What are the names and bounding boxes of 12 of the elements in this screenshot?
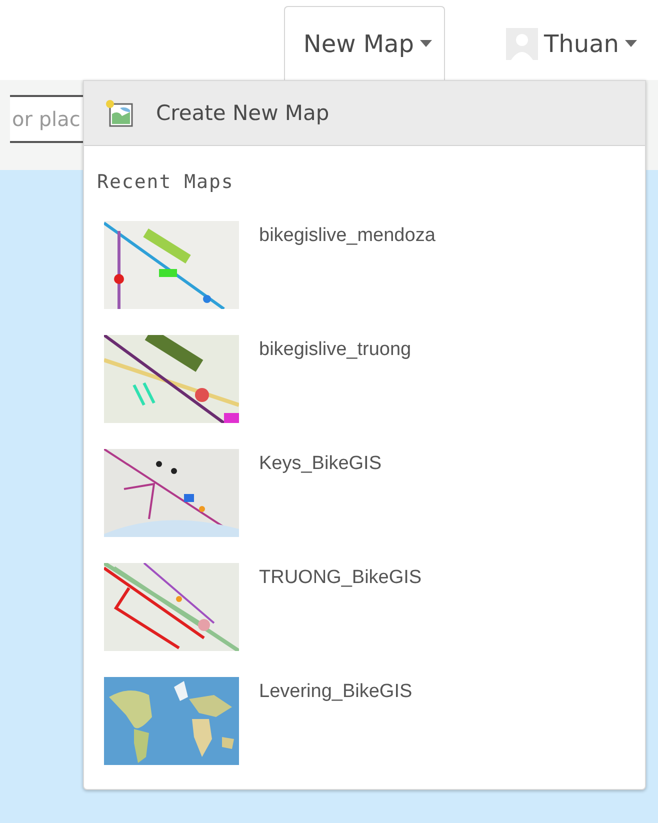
caret-icon bbox=[420, 40, 432, 47]
section-heading: Recent Maps bbox=[97, 171, 234, 193]
map-link[interactable]: bikegislive_truong bbox=[259, 335, 412, 361]
caret-icon bbox=[625, 40, 637, 47]
map-link[interactable]: TRUONG_BikeGIS bbox=[259, 563, 422, 589]
map-link[interactable]: bikegislive_mendoza bbox=[259, 221, 436, 247]
new-map-tab[interactable]: New Map bbox=[284, 6, 445, 80]
map-link[interactable]: Keys_BikeGIS bbox=[259, 449, 382, 475]
search-field[interactable]: or plac bbox=[10, 95, 84, 143]
create-new-map-item[interactable]: Create New Map bbox=[84, 81, 645, 146]
map-link[interactable]: Levering_BikeGIS bbox=[259, 677, 412, 703]
new-map-icon bbox=[104, 98, 134, 128]
